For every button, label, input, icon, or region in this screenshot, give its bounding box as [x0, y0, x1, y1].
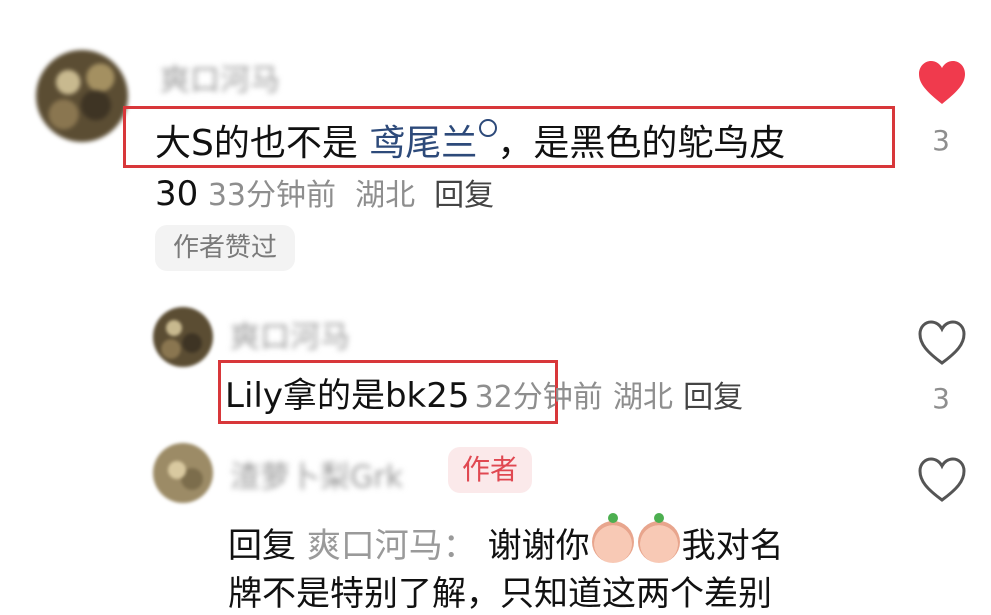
- comment-text: Lily拿的是bk25: [225, 376, 470, 416]
- comment-location: 湖北: [355, 178, 416, 213]
- search-link[interactable]: 鸢尾兰: [369, 123, 477, 164]
- comment-text-end: 我对名: [681, 526, 784, 566]
- like-count: 3: [932, 124, 950, 157]
- comment-text-end: ，是黑色的鸵鸟皮: [497, 123, 786, 164]
- commenter-avatar[interactable]: [36, 50, 128, 142]
- reply-to-name[interactable]: 爽口河马：: [307, 526, 477, 566]
- heart-outline-icon[interactable]: [917, 457, 967, 503]
- comment-text: 大S的也不是 鸢尾兰 ，是黑色的鸵鸟皮: [155, 114, 785, 166]
- comment-meta: 30 33分钟前 湖北 回复: [155, 170, 494, 214]
- search-icon[interactable]: [479, 119, 498, 137]
- commenter-name[interactable]: 爽口河马: [160, 55, 280, 99]
- reply-button[interactable]: 回复: [683, 380, 743, 415]
- reply-comment-line: Lily拿的是bk25 32分钟前 湖北 回复: [225, 368, 743, 417]
- author-badge: 作者: [448, 447, 533, 493]
- comment-location: 湖北: [612, 380, 673, 415]
- comment-text-start: 大S的也不是: [155, 123, 370, 164]
- like-count: 3: [932, 382, 950, 415]
- commenter-name[interactable]: 爽口河马: [230, 312, 350, 356]
- reply-button[interactable]: 回复: [434, 178, 494, 213]
- heart-outline-icon[interactable]: [917, 320, 967, 366]
- comment-text-start: 谢谢你: [487, 526, 590, 566]
- heart-filled-icon[interactable]: [917, 60, 967, 106]
- meta-prefix: 30: [155, 174, 199, 214]
- reply-prefix: 回复: [228, 526, 296, 566]
- author-liked-badge: 作者赞过: [155, 225, 296, 271]
- commenter-avatar[interactable]: [153, 443, 213, 503]
- commenter-avatar[interactable]: [153, 307, 213, 367]
- crying-face-icon: [637, 513, 680, 563]
- comment-text: 回复 爽口河马： 谢谢你 我对名: [228, 513, 784, 567]
- comment-text-line2: 牌不是特别了解，只知道这两个差别: [228, 574, 772, 614]
- commenter-name[interactable]: 渣萝卜梨Grk: [230, 452, 403, 496]
- comment-time: 33分钟前: [207, 178, 336, 213]
- crying-face-icon: [591, 513, 634, 563]
- comment-time: 32分钟前: [474, 380, 603, 415]
